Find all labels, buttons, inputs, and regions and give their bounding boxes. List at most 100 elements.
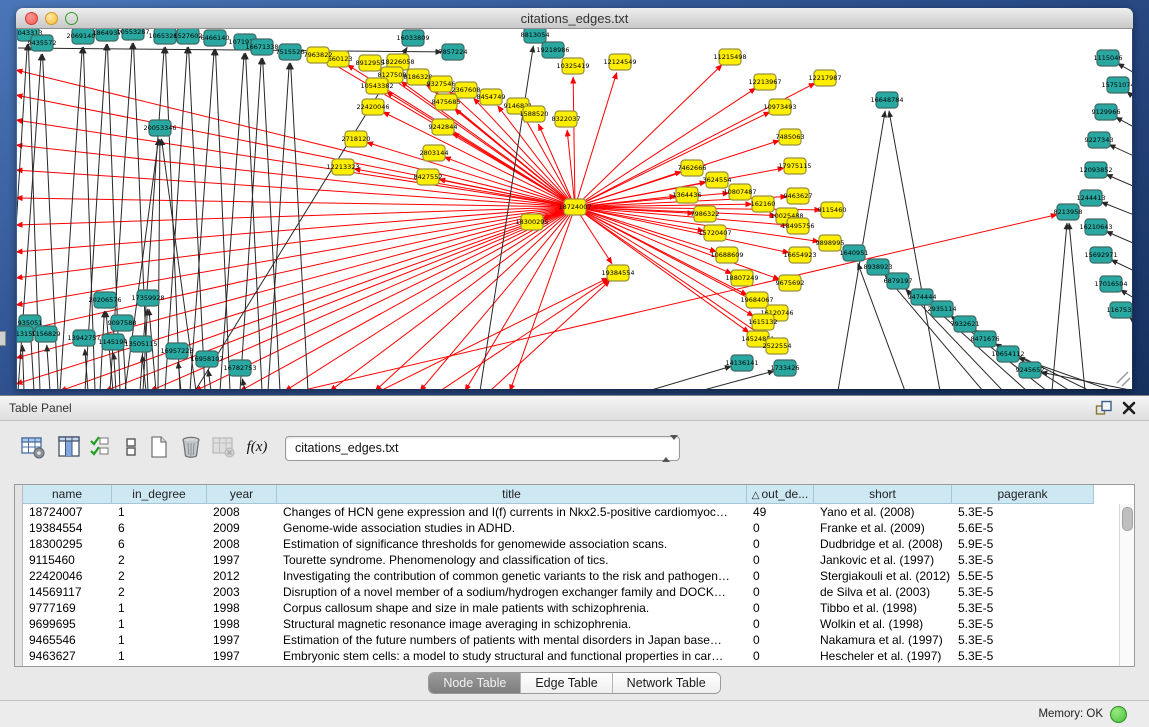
vertical-scrollbar[interactable] [1119, 504, 1134, 666]
window-titlebar[interactable]: citations_edges.txt [16, 8, 1133, 29]
column-header-name[interactable]: name [23, 485, 112, 504]
graph-node[interactable]: 12093852 [1079, 162, 1112, 178]
graph-node[interactable]: 8454749 [477, 89, 506, 105]
graph-node[interactable]: 20053346 [143, 120, 176, 136]
network-canvas[interactable]: 1872400718300295193845548660123891295518… [17, 29, 1132, 389]
graph-node[interactable]: 1167533 [1107, 302, 1132, 318]
graph-node[interactable]: 7485063 [776, 129, 805, 145]
function-builder-icon[interactable]: f(x) [244, 434, 270, 460]
graph-node[interactable]: 10553287 [116, 29, 149, 40]
column-header-year[interactable]: year [207, 485, 277, 504]
graph-node[interactable]: 17975115 [778, 158, 811, 174]
graph-node[interactable]: 1588520 [520, 106, 549, 122]
scrollbar-thumb[interactable] [1122, 507, 1133, 531]
graph-node[interactable]: 13942757 [67, 330, 100, 346]
float-panel-icon[interactable] [1095, 400, 1113, 416]
table-row[interactable]: 969969511998Structural magnetic resonanc… [23, 616, 1094, 632]
table-row[interactable]: 2242004622012Investigating the contribut… [23, 568, 1094, 584]
graph-node[interactable]: 1145194 [99, 334, 128, 350]
graph-node[interactable]: 7932621 [951, 316, 980, 332]
close-panel-icon[interactable] [1121, 400, 1137, 416]
column-header-in-degree[interactable]: in_degree [112, 485, 207, 504]
graph-node[interactable]: 2803144 [420, 145, 449, 161]
table-row[interactable]: 1938455462009Genome-wide association stu… [23, 520, 1094, 536]
graph-node[interactable]: 1640951 [840, 245, 869, 261]
graph-node[interactable]: 2718120 [342, 131, 371, 147]
graph-node[interactable]: 15751074 [1101, 77, 1132, 93]
column-header-out-de-[interactable]: △out_de... [747, 485, 814, 504]
column-header-short[interactable]: short [814, 485, 952, 504]
graph-node[interactable]: 9129966 [1092, 104, 1121, 120]
graph-node[interactable]: 1244413 [1077, 190, 1106, 206]
table-panel-titlebar[interactable]: Table Panel [0, 396, 1149, 421]
graph-node[interactable]: 9435572 [28, 35, 57, 51]
graph-node[interactable]: 8322037 [552, 111, 581, 127]
table-row[interactable]: 911546021997Tourette syndrome. Phenomeno… [23, 552, 1094, 568]
graph-node[interactable]: 7857224 [439, 44, 468, 60]
graph-node[interactable]: 9227343 [1085, 132, 1114, 148]
graph-node[interactable]: 10654112 [991, 346, 1024, 362]
table-settings-icon[interactable] [20, 434, 46, 460]
tab-edge-table[interactable]: Edge Table [521, 673, 612, 693]
graph-node[interactable]: 16033809 [396, 30, 429, 46]
select-rows-icon[interactable] [88, 434, 114, 460]
table-row[interactable]: 946362711997Embryonic stem cells: a mode… [23, 648, 1094, 664]
graph-node[interactable]: 1733426 [771, 360, 800, 376]
table-selector-combobox[interactable]: citations_edges.txt [285, 436, 680, 461]
delete-rows-trash-icon[interactable] [178, 434, 204, 460]
graph-node[interactable]: 12213967 [748, 74, 781, 90]
graph-node[interactable]: 19218986 [536, 42, 569, 58]
tab-node-table[interactable]: Node Table [429, 673, 521, 693]
graph-node[interactable]: 18807249 [725, 270, 758, 286]
graph-node[interactable]: 7986322 [691, 206, 720, 222]
canvas-resize-grip[interactable] [1117, 372, 1130, 386]
graph-node[interactable]: 1156829 [32, 326, 61, 342]
graph-node[interactable]: 2935114 [928, 301, 957, 317]
graph-node[interactable]: 9245652 [1016, 362, 1045, 378]
graph-nodes[interactable]: 1872400718300295193845548660123891295518… [17, 29, 1132, 378]
graph-node[interactable]: 12124549 [603, 54, 636, 70]
graph-node[interactable]: 9463627 [784, 188, 813, 204]
graph-node[interactable]: 8427552 [414, 169, 443, 185]
graph-node[interactable]: 3624554 [703, 172, 732, 188]
graph-node[interactable]: 10325419 [556, 58, 589, 74]
graph-node[interactable]: 1527602 [174, 29, 203, 44]
graph-node[interactable]: 9115460 [818, 202, 847, 218]
table-row[interactable]: 1456911722003Disruption of a novel membe… [23, 584, 1094, 600]
table-row[interactable]: 1872400712008Changes of HCN gene express… [23, 504, 1094, 520]
graph-node[interactable]: 8912955 [356, 55, 385, 71]
graph-node[interactable]: 7963822 [304, 47, 333, 63]
column-header-pagerank[interactable]: pagerank [952, 485, 1094, 504]
graph-node[interactable]: 7462666 [678, 160, 707, 176]
graph-node[interactable]: 2522554 [763, 338, 792, 354]
graph-node[interactable]: 1115046 [1094, 50, 1123, 66]
citation-graph[interactable]: 1872400718300295193845548660123891295518… [17, 29, 1132, 389]
graph-node[interactable]: 9242844 [429, 119, 458, 135]
graph-node[interactable]: 8471676 [971, 331, 1000, 347]
graph-node[interactable]: 8813054 [521, 29, 550, 43]
graph-node[interactable]: 15720407 [698, 225, 731, 241]
column-header-title[interactable]: title [277, 485, 747, 504]
graph-node[interactable]: 16654923 [783, 247, 816, 263]
graph-node[interactable]: 8213958 [1054, 204, 1083, 220]
graph-node[interactable]: 1364436 [673, 187, 702, 203]
tab-network-table[interactable]: Network Table [613, 673, 720, 693]
graph-node[interactable]: 1615132 [749, 314, 778, 330]
table-row[interactable]: 977716911998Corpus callosum shape and si… [23, 600, 1094, 616]
table-row[interactable]: 946554611997Estimation of the future num… [23, 632, 1094, 648]
memory-ok-indicator[interactable] [1110, 706, 1127, 723]
graph-node[interactable]: 6879197 [884, 273, 913, 289]
graph-node[interactable]: 8938923 [864, 259, 893, 275]
graph-node[interactable]: 8475685 [432, 94, 461, 110]
graph-node[interactable]: 10688609 [710, 247, 743, 263]
graph-node[interactable]: 162160 [751, 196, 776, 212]
graph-node[interactable]: 16648784 [870, 92, 903, 108]
graph-node[interactable]: 9675692 [776, 275, 805, 291]
graph-node[interactable]: 10807487 [723, 184, 756, 200]
graph-node[interactable]: 7515526 [276, 44, 305, 60]
graph-node[interactable]: 17016504 [1094, 276, 1127, 292]
table-row[interactable]: 1830029562008Estimation of significance … [23, 536, 1094, 552]
graph-node[interactable]: 9097588 [108, 315, 137, 331]
new-table-icon[interactable] [146, 434, 172, 460]
show-columns-icon[interactable] [56, 434, 82, 460]
